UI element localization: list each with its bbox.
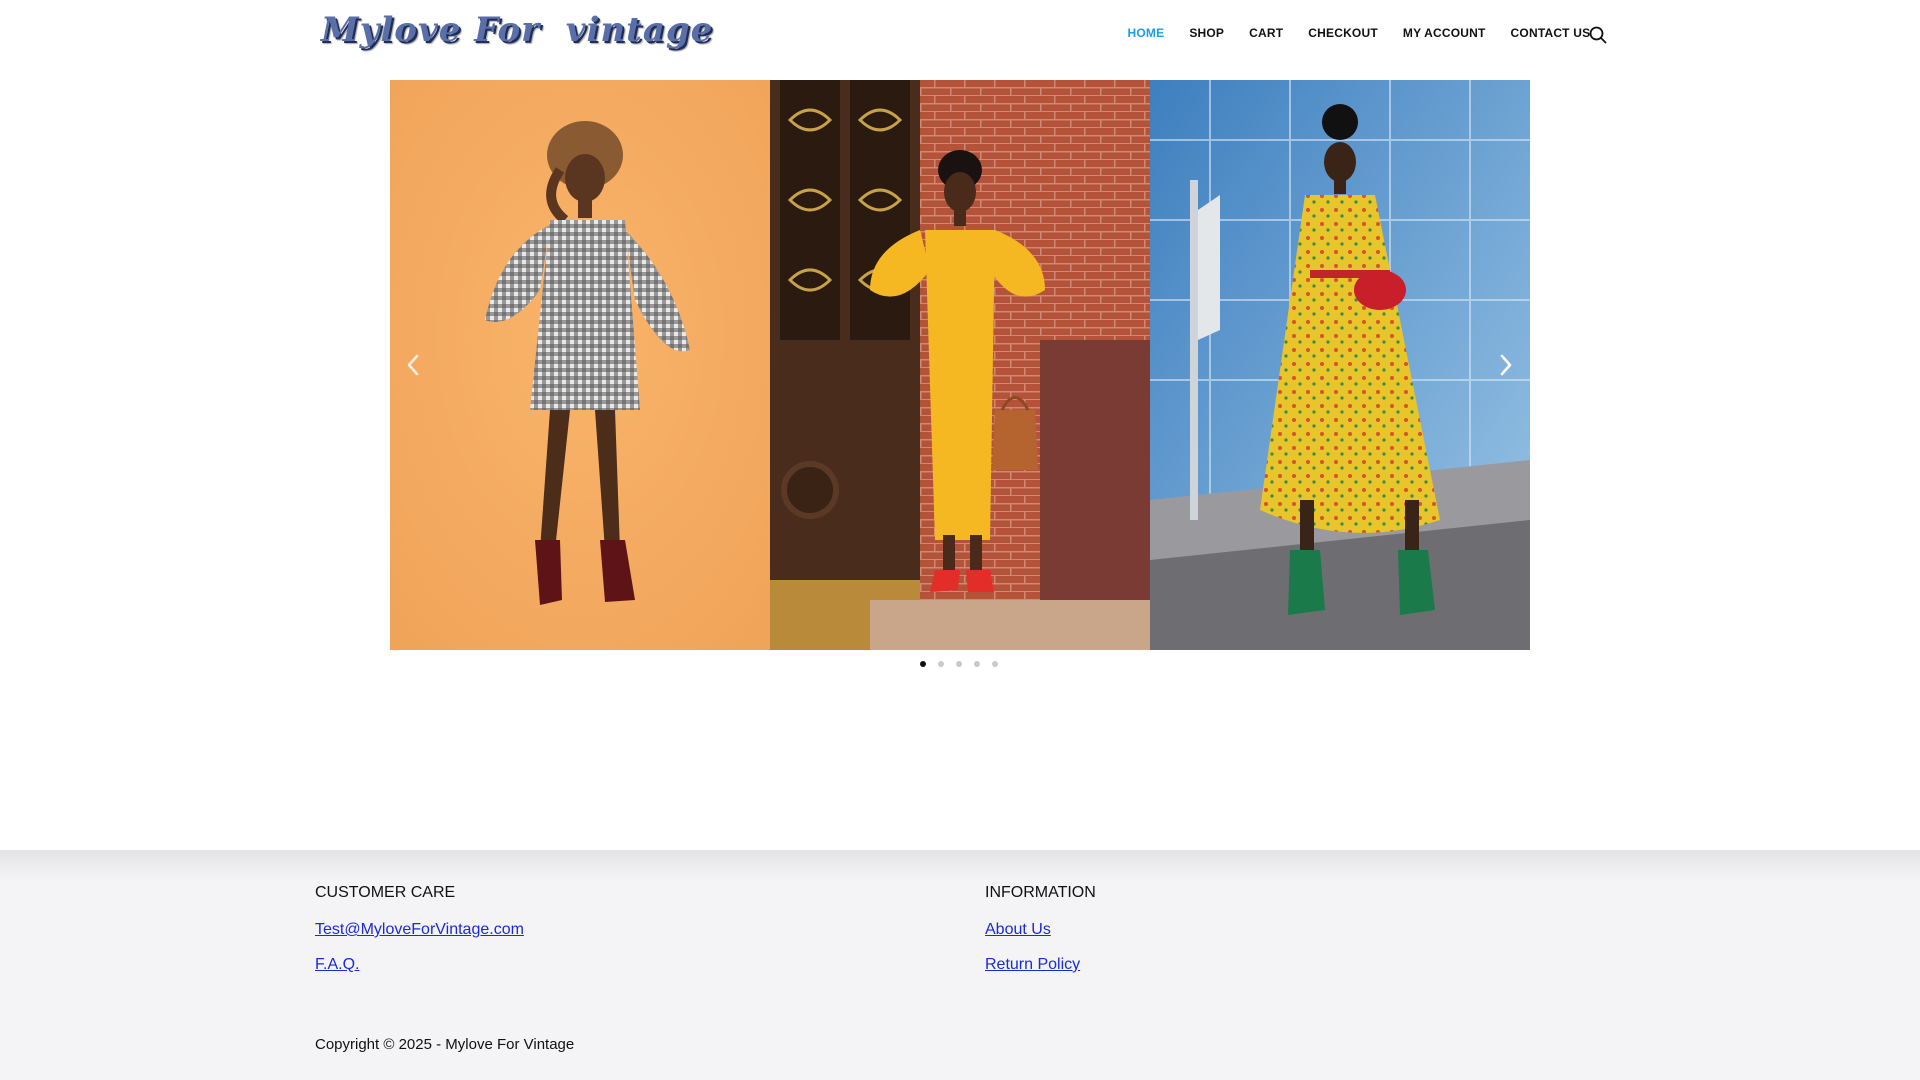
slider-dot-1[interactable] [920, 661, 926, 667]
footer-customer-care: CUSTOMER CARE Test@MyloveForVintage.com … [315, 884, 524, 991]
nav-my-account[interactable]: MY ACCOUNT [1390, 26, 1498, 40]
site-header: Mylove For vintage HOME SHOP CART CHECKO… [0, 0, 1920, 70]
site-footer [0, 850, 1920, 1080]
hero-slider[interactable] [390, 80, 1530, 650]
slide-image-floral-dress [1150, 80, 1530, 650]
slide-image-gingham-dress [390, 80, 770, 650]
footer-link-faq[interactable]: F.A.Q. [315, 956, 524, 974]
nav-checkout[interactable]: CHECKOUT [1296, 26, 1391, 40]
chevron-right-icon [1500, 354, 1512, 376]
slider-dot-5[interactable] [992, 661, 998, 667]
nav-shop[interactable]: SHOP [1177, 26, 1237, 40]
footer-heading-information: INFORMATION [985, 884, 1096, 901]
slider-dot-3[interactable] [956, 661, 962, 667]
slider-prev-button[interactable] [401, 350, 425, 380]
slider-next-button[interactable] [1494, 350, 1518, 380]
site-logo[interactable]: Mylove For vintage [321, 10, 713, 50]
chevron-left-icon [407, 354, 419, 376]
slider-dot-4[interactable] [974, 661, 980, 667]
footer-link-return-policy[interactable]: Return Policy [985, 956, 1096, 974]
nav-home[interactable]: HOME [1115, 26, 1177, 40]
footer-link-about-us[interactable]: About Us [985, 921, 1096, 939]
footer-link-email[interactable]: Test@MyloveForVintage.com [315, 921, 524, 939]
nav-cart[interactable]: CART [1237, 26, 1296, 40]
slider-dot-2[interactable] [938, 661, 944, 667]
slide-image-yellow-dress [770, 80, 1150, 650]
slider-pagination [920, 661, 998, 667]
footer-copyright: Copyright © 2025 - Mylove For Vintage [315, 1036, 575, 1053]
footer-information: INFORMATION About Us Return Policy [985, 884, 1096, 991]
main-nav: HOME SHOP CART CHECKOUT MY ACCOUNT CONTA… [1115, 26, 1603, 40]
footer-heading-customer-care: CUSTOMER CARE [315, 884, 456, 901]
search-icon[interactable] [1588, 25, 1608, 45]
